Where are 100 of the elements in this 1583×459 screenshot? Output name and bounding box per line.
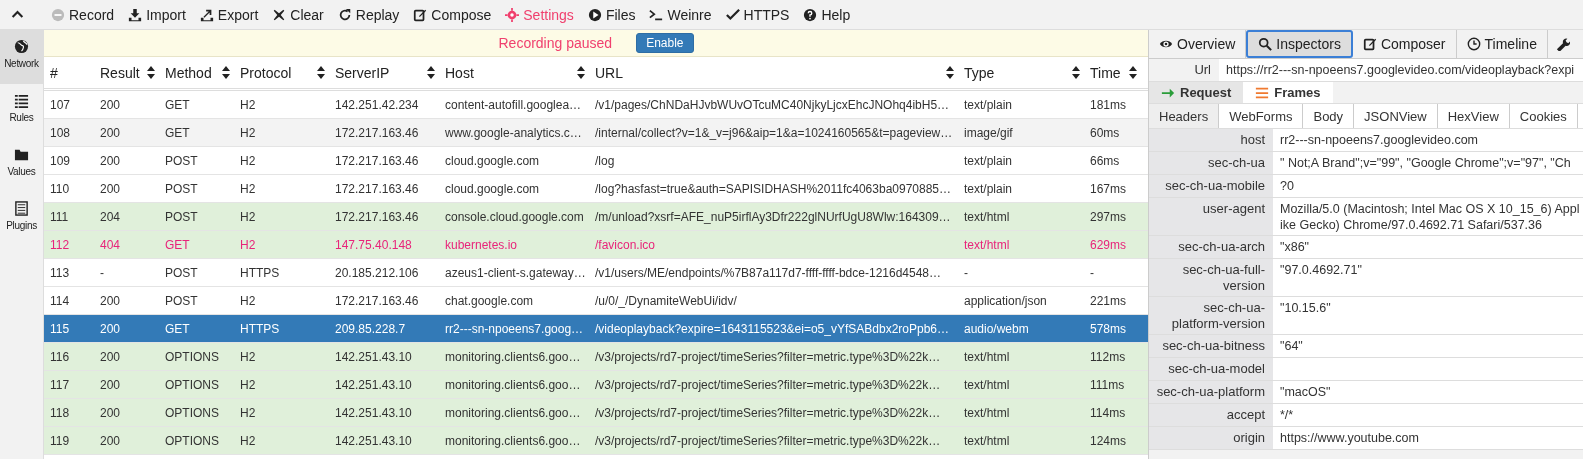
toolbar-button[interactable]: Help: [796, 0, 858, 30]
table-cell-text: 172.217.163.46: [334, 124, 420, 142]
enable-button[interactable]: Enable: [636, 33, 694, 53]
column-header[interactable]: Host: [439, 57, 589, 88]
table-cell-text: 172.217.163.46: [334, 208, 420, 226]
section-tab[interactable]: Request: [1149, 82, 1244, 103]
header-value: ?0: [1273, 175, 1583, 197]
toolbar-button[interactable]: Weinre: [642, 0, 719, 30]
table-cell-text: 297ms: [1089, 208, 1128, 226]
table-cell-text: 200: [99, 348, 122, 366]
table-cell-text: www.google-analytics.c…: [444, 124, 583, 142]
request-row[interactable]: 111 204 POST H2 172.217.163.46 console.cloud.google.com /m/unload?xsrf=AFE_nuP5irflAy3Dfr222glNUrfUgU8Wlw:164309… text/html 297ms: [44, 203, 1148, 231]
column-header[interactable]: #: [44, 57, 94, 88]
settings-icon: [505, 7, 520, 22]
table-cell-text: OPTIONS: [164, 348, 220, 366]
sidebar-item[interactable]: Network: [0, 30, 43, 84]
toolbar-button[interactable]: Export: [192, 0, 266, 30]
table-cell-text: POST: [164, 180, 199, 198]
header-name: sec-ch-ua-full-version: [1149, 259, 1273, 296]
table-cell-text: 200: [99, 96, 122, 114]
request-row[interactable]: 118 200 OPTIONS H2 142.251.43.10 monitoring.clients6.goo… /v3/projects/rd7-project/timeSeries?filter=metric.type%3D%22k… text/html 114ms: [44, 399, 1148, 427]
inspector-subtab[interactable]: Headers: [1149, 104, 1220, 128]
table-cell-text: OPTIONS: [164, 376, 220, 394]
header-value: https://www.youtube.com: [1273, 427, 1583, 449]
request-row[interactable]: 115 200 GET HTTPS 209.85.228.7 rr2---sn-npoeens7.goog… /videoplayback?expire=1643115523&ei=o5_vYfSABdbx2roPpb6… audio/webm 578ms: [44, 315, 1148, 343]
table-cell-text: 167ms: [1089, 180, 1128, 198]
request-row[interactable]: 117 200 OPTIONS H2 142.251.43.10 monitoring.clients6.goo… /v3/projects/rd7-project/timeSeries?filter=metric.type%3D%22k… text/html 111ms: [44, 371, 1148, 399]
request-row[interactable]: 109 200 POST H2 172.217.163.46 cloud.google.com /log text/plain 66ms: [44, 147, 1148, 175]
table-cell-text: text/html: [963, 348, 1011, 366]
header-name: sec-ch-ua-mobile: [1149, 175, 1273, 197]
request-row[interactable]: 116 200 OPTIONS H2 142.251.43.10 monitoring.clients6.goo… /v3/projects/rd7-project/timeSeries?filter=metric.type%3D%22k… text/html 112ms: [44, 343, 1148, 371]
table-cell-text: content-autofill.googlea…: [444, 96, 583, 114]
table-cell-text: text/plain: [963, 96, 1014, 114]
column-header[interactable]: Result: [94, 57, 159, 88]
table-cell-text: text/plain: [963, 180, 1014, 198]
header-value: */*: [1273, 404, 1583, 426]
table-cell-text: 124ms: [1089, 432, 1128, 450]
toolbar-button[interactable]: Compose: [406, 0, 499, 30]
column-header[interactable]: URL: [589, 57, 958, 88]
toolbar-button[interactable]: Record: [44, 0, 122, 30]
request-row[interactable]: 108 200 GET H2 172.217.163.46 www.google-analytics.c… /internal/collect?v=1&_v=j96&aip=1&a=1024160565&t=pageview… image/gif 60ms: [44, 119, 1148, 147]
inspector-tab[interactable]: Composer: [1352, 30, 1457, 58]
request-row[interactable]: 113 - POST HTTPS 20.185.212.106 azeus1-client-s.gateway… /v1/users/ME/endpoints/%7B87a117d7-ffff-ffff-bdce-1216d4548… - -: [44, 259, 1148, 287]
edit-icon: [413, 7, 428, 22]
reload-icon: [337, 7, 352, 22]
sidebar-item[interactable]: Plugins: [0, 192, 43, 246]
column-header[interactable]: Protocol: [234, 57, 329, 88]
table-cell-text: /log?hasfast=true&auth=SAPISIDHASH%2011fc4063ba0970885…: [594, 180, 953, 198]
inspector-tab[interactable]: Inspectors: [1246, 30, 1353, 58]
table-cell-text: /v1/users/ME/endpoints/%7B87a117d7-ffff-ffff-bdce-1216d4548…: [594, 264, 943, 282]
header-value: "macOS": [1273, 381, 1583, 403]
table-cell-text: /m/unload?xsrf=AFE_nuP5irflAy3Dfr222glNUrfUgU8Wlw:164309…: [594, 208, 952, 226]
header-value: "64": [1273, 335, 1583, 357]
table-cell-text: monitoring.clients6.goo…: [444, 432, 582, 450]
table-cell-text: 107: [49, 96, 72, 114]
table-cell-text: /v3/projects/rd7-project/timeSeries?filter=metric.type%3D%22k…: [594, 432, 942, 450]
toolbar-button[interactable]: Import: [121, 0, 193, 30]
document-icon: [14, 201, 29, 216]
table-cell-text: text/html: [963, 404, 1011, 422]
table-cell-text: 172.217.163.46: [334, 180, 420, 198]
sidebar-item[interactable]: Rules: [0, 84, 43, 138]
table-cell-text: 200: [99, 376, 122, 394]
table-cell-text: OPTIONS: [164, 404, 220, 422]
table-cell-text: GET: [164, 236, 191, 254]
table-cell-text: /v3/projects/rd7-project/timeSeries?filter=metric.type%3D%22k…: [594, 376, 942, 394]
column-header[interactable]: Time: [1084, 57, 1141, 88]
header-name: origin: [1149, 427, 1273, 449]
table-cell-text: /favicon.ico: [594, 236, 657, 254]
table-cell-text: /v3/projects/rd7-project/timeSeries?filter=metric.type%3D%22k…: [594, 348, 942, 366]
toolbar-button[interactable]: Clear: [265, 0, 331, 30]
inspector-tab[interactable]: Timeline: [1456, 30, 1548, 58]
request-row[interactable]: 112 404 GET H2 147.75.40.148 kubernetes.io /favicon.ico text/html 629ms: [44, 231, 1148, 259]
table-cell-text: chat.google.com: [444, 292, 535, 310]
column-header[interactable]: Method: [159, 57, 234, 88]
table-cell-text: 629ms: [1089, 236, 1128, 254]
table-cell-text: 117: [49, 376, 71, 394]
table-cell-text: 147.75.40.148: [334, 236, 413, 254]
section-tab[interactable]: Frames: [1243, 82, 1333, 103]
list-icon: [1255, 85, 1270, 100]
toolbar-button[interactable]: Replay: [330, 0, 407, 30]
column-header[interactable]: ServerIP: [329, 57, 439, 88]
table-cell-text: 142.251.43.10: [334, 404, 413, 422]
toolbar-button[interactable]: Files: [580, 0, 643, 30]
table-cell-text: text/html: [963, 376, 1011, 394]
table-cell-text: 200: [99, 292, 122, 310]
table-cell-text: 200: [99, 404, 122, 422]
sidebar-item[interactable]: Values: [0, 138, 43, 192]
table-cell-text: 112: [49, 236, 71, 254]
request-row[interactable]: 119 200 OPTIONS H2 142.251.43.10 monitoring.clients6.goo… /v3/projects/rd7-project/timeSeries?filter=metric.type%3D%22k… text/html 124ms: [44, 427, 1148, 455]
table-cell-text: 200: [99, 152, 122, 170]
table-cell-text: 142.251.42.234: [334, 96, 420, 114]
column-header[interactable]: Type: [958, 57, 1084, 88]
table-cell-text: 181ms: [1089, 96, 1128, 114]
table-cell-text: 221ms: [1089, 292, 1128, 310]
table-cell-text: 142.251.43.10: [334, 348, 413, 366]
table-cell-text: 200: [99, 180, 122, 198]
toolbar-button[interactable]: HTTPS: [718, 0, 797, 30]
table-cell-text: POST: [164, 264, 199, 282]
table-cell-text: -: [1089, 264, 1095, 282]
table-cell-text: 66ms: [1089, 152, 1121, 170]
